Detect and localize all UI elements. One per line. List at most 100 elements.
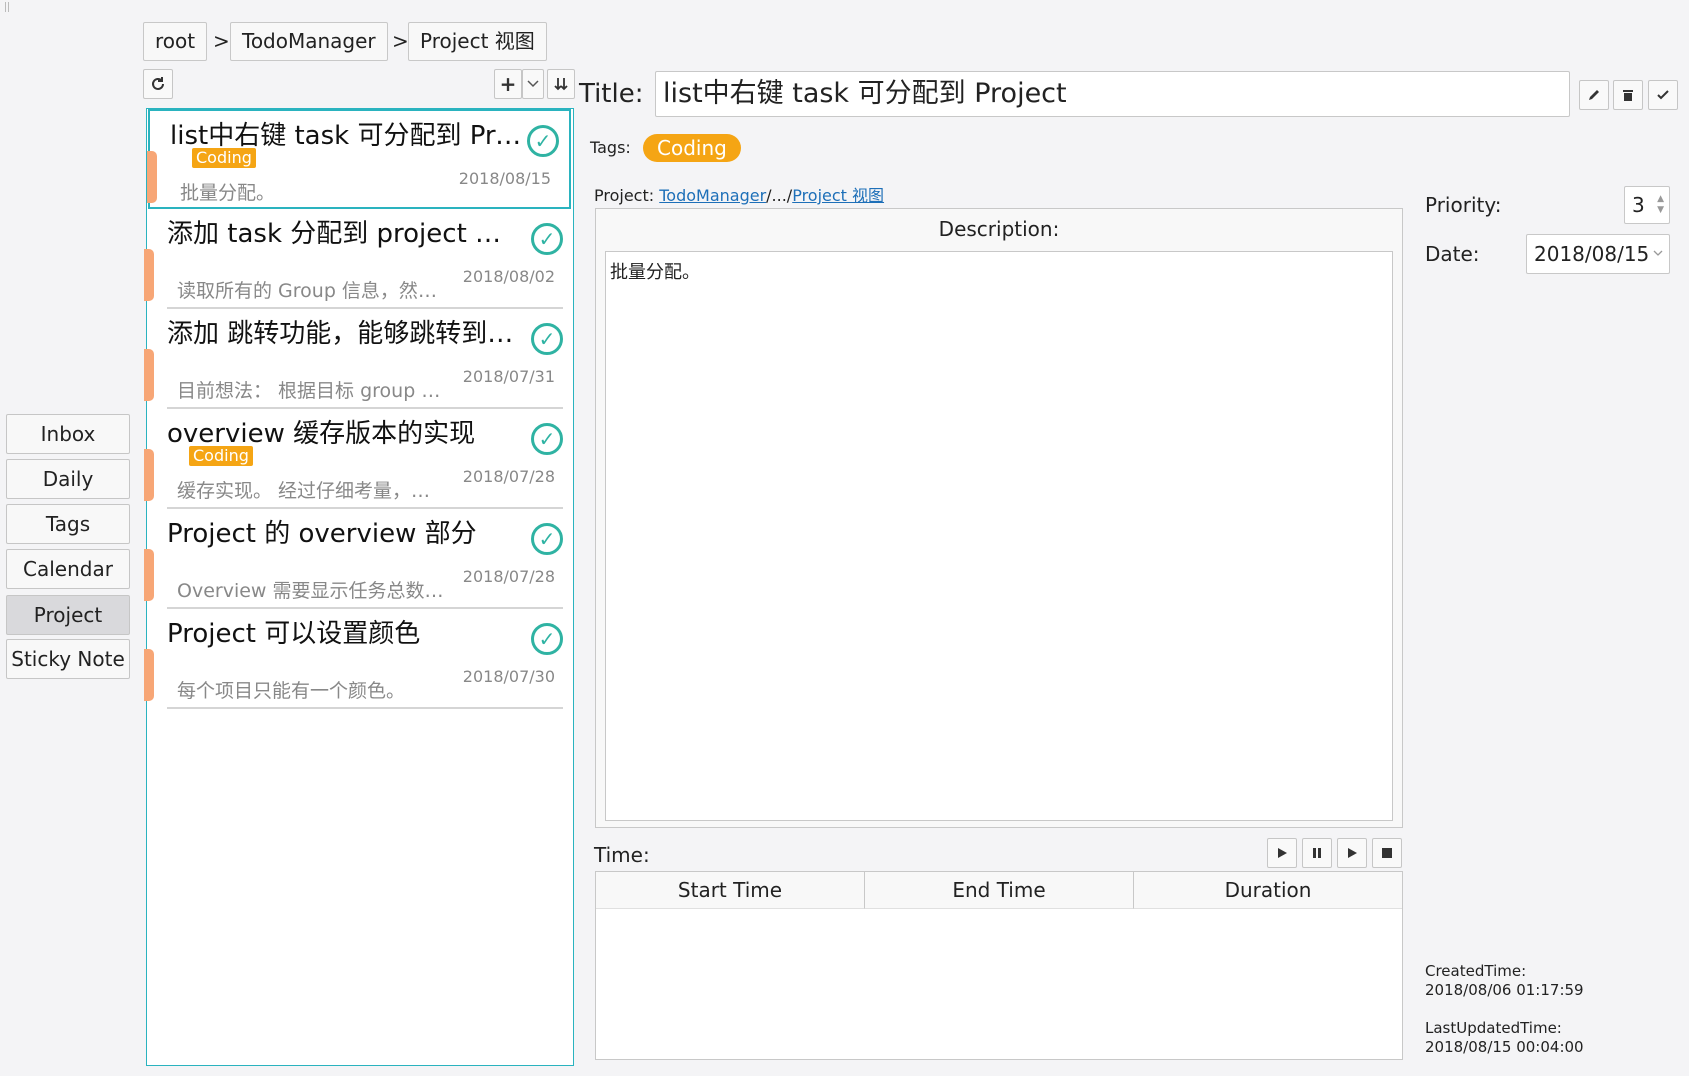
breadcrumb-separator: >	[213, 29, 230, 53]
priority-label: Priority:	[1425, 193, 1502, 217]
priority-spinner[interactable]: 3 ▲ ▼	[1624, 186, 1670, 224]
sidebar-item-daily[interactable]: Daily	[6, 459, 130, 499]
breadcrumb-todomanager[interactable]: TodoManager	[230, 22, 388, 61]
plus-icon: +	[499, 72, 517, 96]
complete-check-icon[interactable]: ✓	[531, 623, 563, 655]
column-header-start-time[interactable]: Start Time	[596, 872, 865, 909]
last-updated-label: LastUpdatedTime:	[1425, 1019, 1562, 1037]
delete-button[interactable]	[1613, 80, 1643, 110]
project-path: Project: TodoManager/.../Project 视图	[594, 182, 884, 206]
date-picker[interactable]: 2018/08/15	[1526, 234, 1670, 274]
sidebar-item-inbox[interactable]: Inbox	[6, 414, 130, 454]
divider	[167, 707, 563, 709]
sidebar-item-tags[interactable]: Tags	[6, 504, 130, 544]
column-header-duration[interactable]: Duration	[1134, 872, 1402, 909]
confirm-button[interactable]	[1648, 80, 1678, 110]
task-item[interactable]: Project 可以设置颜色 每个项目只能有一个颜色。 2018/07/30 ✓	[144, 609, 573, 709]
task-item[interactable]: 添加 跳转功能，能够跳转到对应的 group 目前想法： 根据目标 group …	[144, 309, 573, 409]
tags-label: Tags:	[590, 138, 631, 157]
task-title: Project 的 overview 部分	[167, 519, 477, 549]
date-value: 2018/08/15	[1534, 242, 1650, 266]
refresh-button[interactable]	[143, 69, 173, 99]
complete-check-icon[interactable]: ✓	[527, 125, 559, 157]
created-time-label: CreatedTime:	[1425, 962, 1527, 980]
task-tag: Coding	[192, 148, 256, 168]
play-icon	[1278, 848, 1287, 858]
project-path-ellipsis: /.../	[766, 186, 793, 205]
task-item[interactable]: 添加 task 分配到 project 的功能 读取所有的 Group 信息，然…	[144, 209, 573, 309]
task-title: 添加 task 分配到 project 的功能	[167, 219, 527, 249]
task-title: Project 可以设置颜色	[167, 619, 421, 649]
stop-timer-button[interactable]	[1372, 838, 1402, 868]
description-textarea[interactable]: 批量分配。	[605, 251, 1393, 821]
time-table[interactable]: Start Time End Time Duration	[595, 871, 1403, 1060]
sort-button[interactable]	[547, 69, 575, 99]
title-input[interactable]: list中右键 task 可分配到 Project	[655, 71, 1570, 117]
chevron-down-icon	[1653, 250, 1663, 256]
task-item[interactable]: list中右键 task 可分配到 Project Coding 批量分配。 2…	[147, 109, 571, 209]
task-description: 读取所有的 Group 信息，然后显示	[177, 280, 447, 302]
sort-down-icon	[554, 78, 568, 91]
project-color-stripe	[144, 549, 154, 601]
task-description: 目前想法： 根据目标 group 的路径	[177, 380, 447, 402]
edit-button[interactable]	[1579, 80, 1609, 110]
project-color-stripe	[144, 449, 154, 501]
task-description: Overview 需要显示任务总数和完成数	[177, 580, 447, 602]
start-timer-button[interactable]	[1267, 838, 1297, 868]
description-panel: Description: 批量分配。	[595, 208, 1403, 828]
sidebar-item-project[interactable]: Project	[6, 595, 130, 635]
chevron-down-icon	[527, 80, 539, 88]
task-item[interactable]: Project 的 overview 部分 Overview 需要显示任务总数和…	[144, 509, 573, 609]
task-title: 添加 跳转功能，能够跳转到对应的 group	[167, 319, 527, 349]
pause-icon	[1313, 848, 1321, 858]
window-grip[interactable]	[5, 2, 9, 12]
spinner-arrows-icon: ▲ ▼	[1657, 194, 1664, 215]
resume-timer-button[interactable]	[1337, 838, 1367, 868]
last-updated-value: 2018/08/15 00:04:00	[1425, 1038, 1584, 1056]
task-date: 2018/07/30	[462, 667, 555, 686]
check-icon	[1657, 90, 1669, 100]
project-color-stripe	[144, 649, 154, 701]
complete-check-icon[interactable]: ✓	[531, 223, 563, 255]
task-description: 每个项目只能有一个颜色。	[177, 680, 406, 702]
sidebar-item-calendar[interactable]: Calendar	[6, 549, 130, 589]
task-title: overview 缓存版本的实现	[167, 419, 476, 449]
task-item[interactable]: overview 缓存版本的实现 Coding 缓存实现。 经过仔细考量，决定 …	[144, 409, 573, 509]
task-date: 2018/07/31	[462, 367, 555, 386]
column-header-end-time[interactable]: End Time	[865, 872, 1134, 909]
priority-value: 3	[1632, 193, 1645, 217]
task-date: 2018/08/02	[462, 267, 555, 286]
created-time-value: 2018/08/06 01:17:59	[1425, 981, 1584, 999]
add-task-button[interactable]: +	[494, 69, 522, 99]
sidebar-item-sticky-note[interactable]: Sticky Note	[6, 639, 130, 679]
created-time: CreatedTime: 2018/08/06 01:17:59	[1425, 962, 1584, 1000]
pencil-icon	[1589, 90, 1599, 100]
task-date: 2018/07/28	[462, 467, 555, 486]
project-color-stripe	[144, 249, 154, 301]
task-title: list中右键 task 可分配到 Project	[170, 121, 530, 151]
breadcrumb-separator: >	[392, 29, 409, 53]
project-label: Project:	[594, 186, 655, 205]
complete-check-icon[interactable]: ✓	[531, 523, 563, 555]
breadcrumb-project-view[interactable]: Project 视图	[408, 22, 547, 61]
complete-check-icon[interactable]: ✓	[531, 423, 563, 455]
task-list[interactable]: list中右键 task 可分配到 Project Coding 批量分配。 2…	[144, 108, 574, 1066]
complete-check-icon[interactable]: ✓	[531, 323, 563, 355]
tag-pill[interactable]: Coding	[643, 134, 741, 162]
task-tag: Coding	[189, 446, 253, 466]
pause-timer-button[interactable]	[1302, 838, 1332, 868]
play-icon	[1348, 848, 1357, 858]
date-label: Date:	[1425, 242, 1480, 266]
stop-icon	[1382, 848, 1392, 858]
project-color-stripe	[144, 349, 154, 401]
project-link-root[interactable]: TodoManager	[659, 186, 766, 205]
task-date: 2018/08/15	[458, 169, 551, 188]
add-dropdown-button[interactable]	[522, 69, 544, 99]
task-description: 批量分配。	[180, 182, 276, 204]
task-date: 2018/07/28	[462, 567, 555, 586]
title-label: Title:	[579, 79, 644, 109]
time-label: Time:	[594, 843, 650, 867]
refresh-icon	[152, 77, 164, 90]
breadcrumb-root[interactable]: root	[143, 22, 208, 61]
project-link-leaf[interactable]: Project 视图	[792, 186, 884, 205]
